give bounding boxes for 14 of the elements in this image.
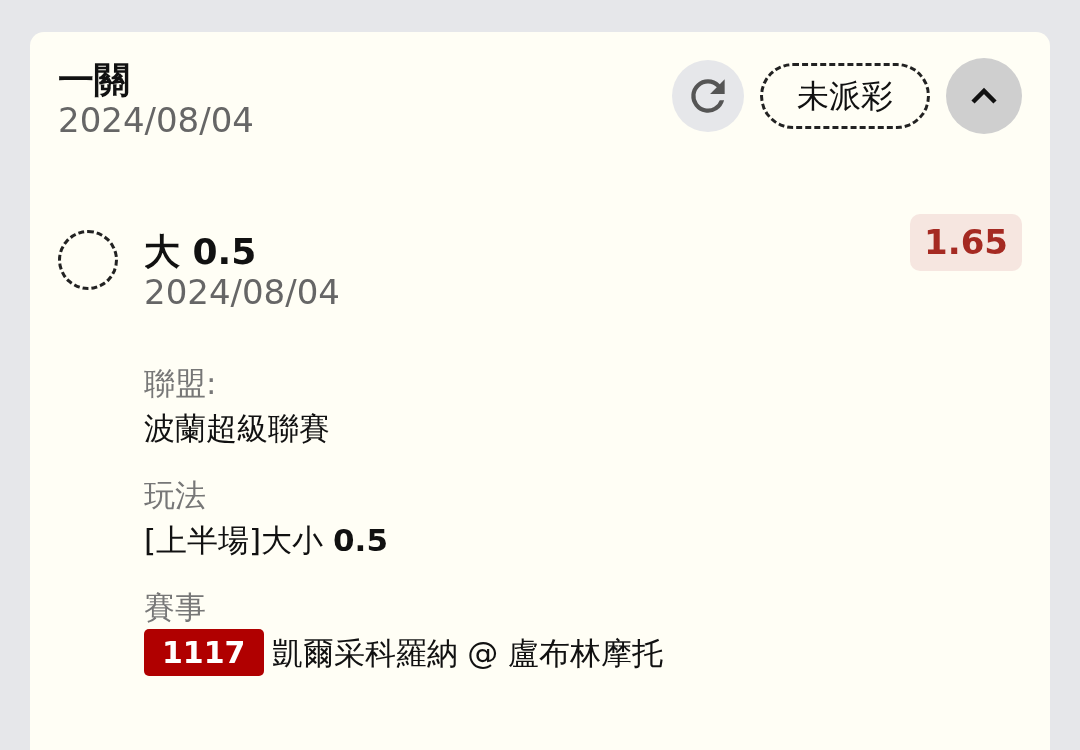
bet-date: 2024/08/04: [58, 99, 254, 141]
field-label: 玩法: [144, 475, 207, 515]
field-value: 波蘭超級聯賽: [144, 408, 331, 448]
field-label: 聯盟:: [144, 363, 218, 403]
match-number-badge: 1117: [144, 629, 264, 677]
selection-title: 大 0.5: [144, 232, 258, 272]
radio-button[interactable]: [58, 230, 118, 291]
bet-type-title: 一關: [58, 60, 131, 100]
selection-date: 2024/08/04: [144, 272, 340, 313]
odds-badge: 1.65: [910, 214, 1022, 272]
field-label: 賽事: [144, 587, 207, 627]
status-button[interactable]: 未派彩: [760, 63, 930, 129]
match-teams: 凱爾采科羅納 @ 盧布林摩托: [271, 633, 664, 673]
field-value: [上半場]大小 0.5: [144, 520, 389, 560]
